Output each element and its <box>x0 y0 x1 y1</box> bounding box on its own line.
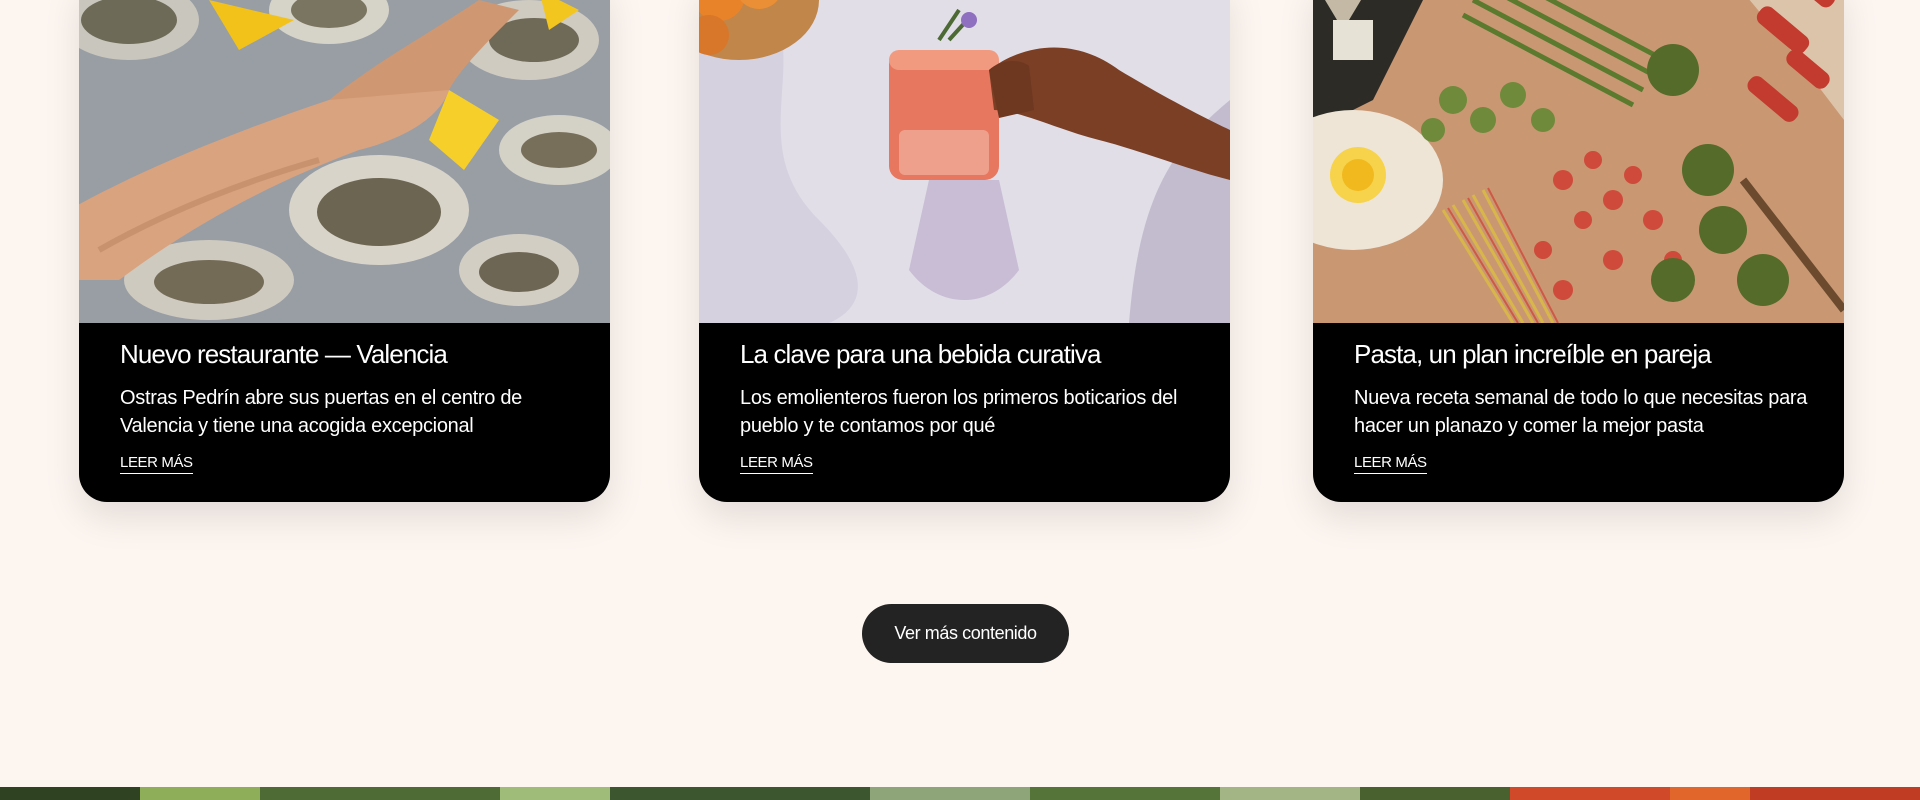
article-cards-grid: Nuevo restaurante — Valencia Ostras Pedr… <box>0 0 1920 510</box>
card-body: Nuevo restaurante — Valencia Ostras Pedr… <box>120 323 574 474</box>
article-card[interactable]: La clave para una bebida curativa Los em… <box>699 0 1230 502</box>
article-card[interactable]: Nuevo restaurante — Valencia Ostras Pedr… <box>79 0 610 502</box>
card-body: Pasta, un plan increíble en pareja Nueva… <box>1354 323 1808 474</box>
pasta-illustration <box>1313 0 1844 323</box>
card-description: Los emolienteros fueron los primeros bot… <box>740 387 1178 437</box>
card-description: Nueva receta semanal de todo lo que nece… <box>1354 387 1808 437</box>
read-more-link[interactable]: LEER MÁS <box>1354 454 1427 474</box>
article-card[interactable]: Pasta, un plan increíble en pareja Nueva… <box>1313 0 1844 502</box>
card-body: La clave para una bebida curativa Los em… <box>740 323 1194 474</box>
card-description: Ostras Pedrín abre sus puertas en el cen… <box>120 387 522 437</box>
load-more-button[interactable]: Ver más contenido <box>862 604 1069 663</box>
drink-illustration <box>699 0 1230 323</box>
pasta-image[interactable] <box>1313 0 1844 323</box>
card-title[interactable]: Nuevo restaurante — Valencia <box>120 323 574 370</box>
oysters-illustration <box>79 0 610 323</box>
card-title[interactable]: La clave para una bebida curativa <box>740 323 1194 370</box>
read-more-link[interactable]: LEER MÁS <box>740 454 813 474</box>
read-more-link[interactable]: LEER MÁS <box>120 454 193 474</box>
next-section-image <box>0 787 1920 800</box>
drink-image[interactable] <box>699 0 1230 323</box>
oysters-image[interactable] <box>79 0 610 323</box>
vegetables-illustration <box>0 787 1920 800</box>
card-title[interactable]: Pasta, un plan increíble en pareja <box>1354 323 1808 370</box>
